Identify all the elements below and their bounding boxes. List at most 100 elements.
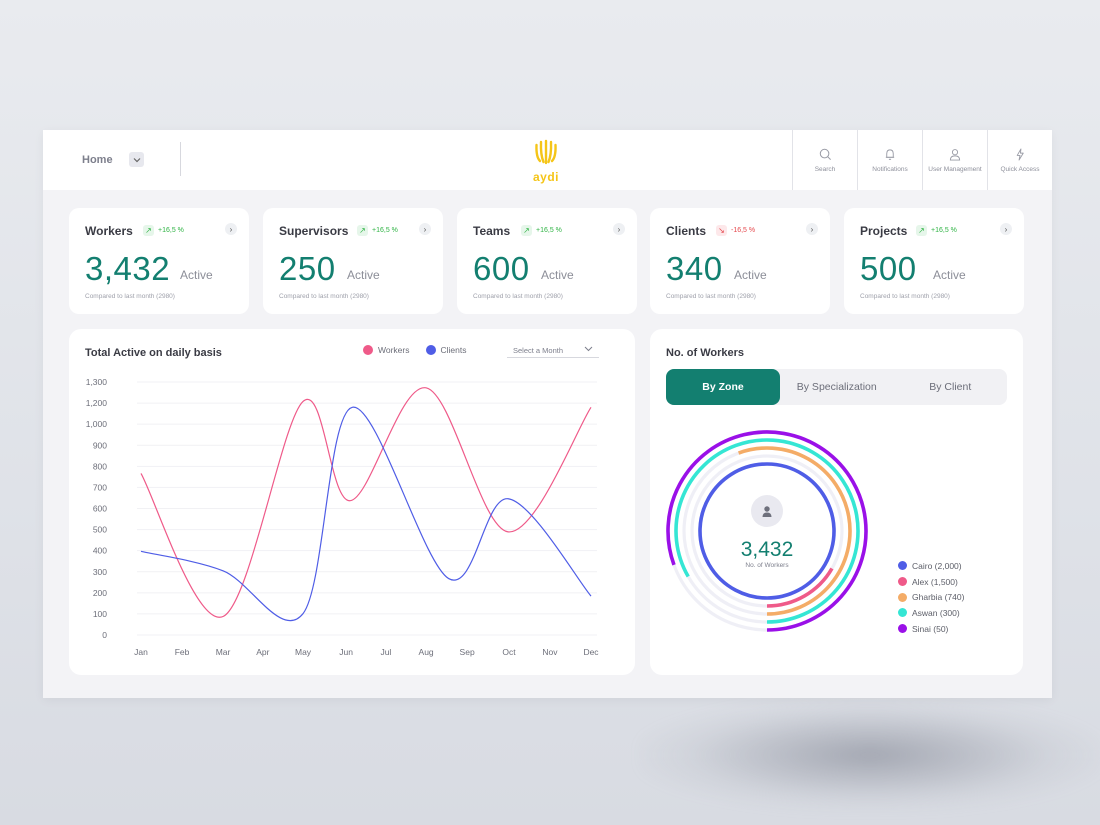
stat-card-teams[interactable]: Teams ↗ +16,5 % › 600 Active Compared to… xyxy=(457,208,637,314)
workers-zone-radial-chart xyxy=(666,430,868,632)
month-select[interactable]: Select a Month xyxy=(507,344,599,358)
stat-change: ↗ +16,5 % xyxy=(357,225,398,236)
nav-label: User Management xyxy=(928,165,982,173)
legend-label: Sinai (50) xyxy=(912,623,949,634)
stat-value: 500 xyxy=(860,250,917,287)
legend-label: Workers xyxy=(378,345,410,355)
y-tick-label: 700 xyxy=(93,482,107,492)
nav-search[interactable]: Search xyxy=(792,130,857,190)
legend-dot xyxy=(425,345,436,355)
stat-card-supervisors[interactable]: Supervisors ↗ +16,5 % › 250 Active Compa… xyxy=(263,208,443,314)
stat-unit: Active xyxy=(180,268,213,282)
legend-item-sinai[interactable]: Sinai (50) xyxy=(898,621,964,637)
y-tick-label: 0 xyxy=(102,630,107,640)
brand-logo[interactable]: aydi xyxy=(531,139,561,184)
stat-title: Teams xyxy=(473,224,511,238)
stat-unit: Active xyxy=(347,268,380,282)
x-tick-label: Apr xyxy=(256,647,269,657)
daily-active-chart-card: 0 100 200 300 400 500 600 700 800 900 1,000 1,200 1,… xyxy=(69,329,635,675)
header-divider xyxy=(180,142,181,176)
user-icon xyxy=(762,505,772,517)
legend-label: Cairo (2,000) xyxy=(912,560,962,571)
x-tick-label: Feb xyxy=(175,647,190,657)
stat-change: ↗ +16,5 % xyxy=(143,225,184,236)
stat-change: ↗ +16,5 % xyxy=(916,225,957,236)
legend-item-aswan[interactable]: Aswan (300) xyxy=(898,605,964,621)
legend-label: Gharbia (740) xyxy=(912,592,965,603)
home-dropdown-button[interactable] xyxy=(129,152,144,167)
y-tick-label: 900 xyxy=(93,440,107,450)
x-tick-label: Aug xyxy=(419,647,434,657)
top-header: Home aydi Search Notifications User Mana… xyxy=(43,130,1052,190)
logo-text: aydi xyxy=(532,170,559,184)
chevron-right-icon[interactable]: › xyxy=(806,223,818,235)
chevron-right-icon[interactable]: › xyxy=(225,223,237,235)
month-select-placeholder: Select a Month xyxy=(513,346,564,355)
stat-change-value: +16,5 % xyxy=(536,227,562,234)
tab-by-specialization[interactable]: By Specialization xyxy=(780,369,894,405)
daily-active-line-chart: 0 100 200 300 400 500 600 700 800 900 1,000 1,200 1,… xyxy=(86,377,600,657)
nav-label: Notifications xyxy=(872,165,908,173)
stat-title: Supervisors xyxy=(279,224,349,238)
x-tick-label: Dec xyxy=(583,647,599,657)
y-tick-label: 600 xyxy=(93,504,107,514)
legend-label: Alex (1,500) xyxy=(912,576,958,587)
stat-card-projects[interactable]: Projects ↗ +16,5 % › 500 Active Compared… xyxy=(844,208,1024,314)
total-workers-label: No. of Workers xyxy=(745,562,789,569)
x-tick-label: Mar xyxy=(216,647,231,657)
stat-compare: Compared to last month (2980) xyxy=(860,293,950,300)
ring-arc-cairo[interactable] xyxy=(698,462,836,600)
stat-unit: Active xyxy=(734,268,767,282)
stat-change: ↗ +16,5 % xyxy=(521,225,562,236)
total-workers-value: 3,432 xyxy=(740,538,794,561)
x-tick-label: Sep xyxy=(460,647,475,657)
nav-label: Quick Access xyxy=(1000,165,1040,173)
stat-change-value: +16,5 % xyxy=(158,227,184,234)
legend-label: Aswan (300) xyxy=(912,607,960,618)
stat-title: Clients xyxy=(666,224,707,238)
stat-change-value: +16,5 % xyxy=(372,227,398,234)
stat-value: 3,432 xyxy=(85,250,171,287)
series-line-clients[interactable] xyxy=(140,406,592,622)
background-shadow xyxy=(640,700,1100,810)
legend-item-cairo[interactable]: Cairo (2,000) xyxy=(898,558,964,574)
series-line-workers[interactable] xyxy=(140,387,592,618)
top-navigation: Search Notifications User Management Qui… xyxy=(792,130,1052,190)
y-tick-label: 500 xyxy=(93,525,107,535)
legend-item-alex[interactable]: Alex (1,500) xyxy=(898,574,964,590)
workers-card: No. of Workers By Zone By Specialization… xyxy=(650,329,1023,675)
legend-dot xyxy=(898,561,907,571)
legend-item-clients[interactable]: Clients xyxy=(425,345,466,355)
stat-title: Workers xyxy=(85,224,133,238)
chevron-right-icon[interactable]: › xyxy=(613,223,625,235)
x-tick-label: Nov xyxy=(542,647,558,657)
stat-change-value: +16,5 % xyxy=(931,227,957,234)
chevron-down-icon xyxy=(133,157,140,162)
x-tick-label: Jul xyxy=(380,647,391,657)
nav-notifications[interactable]: Notifications xyxy=(857,130,922,190)
bell-icon xyxy=(885,148,895,160)
chevron-down-icon xyxy=(584,346,593,352)
ring-arc-alex[interactable] xyxy=(766,567,834,608)
legend-item-gharbia[interactable]: Gharbia (740) xyxy=(898,589,964,605)
dashboard-window: Home aydi Search Notifications User Mana… xyxy=(43,130,1052,698)
home-label[interactable]: Home xyxy=(82,154,113,166)
nav-user-management[interactable]: User Management xyxy=(922,130,987,190)
x-tick-label: Jun xyxy=(339,647,353,657)
nav-quick-access[interactable]: Quick Access xyxy=(987,130,1052,190)
chevron-right-icon[interactable]: › xyxy=(1000,223,1012,235)
tab-by-zone[interactable]: By Zone xyxy=(666,369,780,405)
stat-unit: Active xyxy=(933,268,966,282)
stat-change-value: -16,5 % xyxy=(731,227,756,234)
y-tick-label: 1,200 xyxy=(86,398,108,408)
stat-card-workers[interactable]: Workers ↗ +16,5 % › 3,432 Active Compare… xyxy=(69,208,249,314)
stat-card-clients[interactable]: Clients ↘ -16,5 % › 340 Active Compared … xyxy=(650,208,830,314)
tab-by-client[interactable]: By Client xyxy=(894,369,1008,405)
chart-title: Total Active on daily basis xyxy=(85,347,222,359)
chart-legend: Workers Clients xyxy=(363,345,466,355)
avatar xyxy=(751,495,783,527)
legend-dot xyxy=(898,624,907,634)
stat-compare: Compared to last month (2980) xyxy=(85,293,175,300)
chevron-right-icon[interactable]: › xyxy=(419,223,431,235)
legend-item-workers[interactable]: Workers xyxy=(363,345,410,355)
